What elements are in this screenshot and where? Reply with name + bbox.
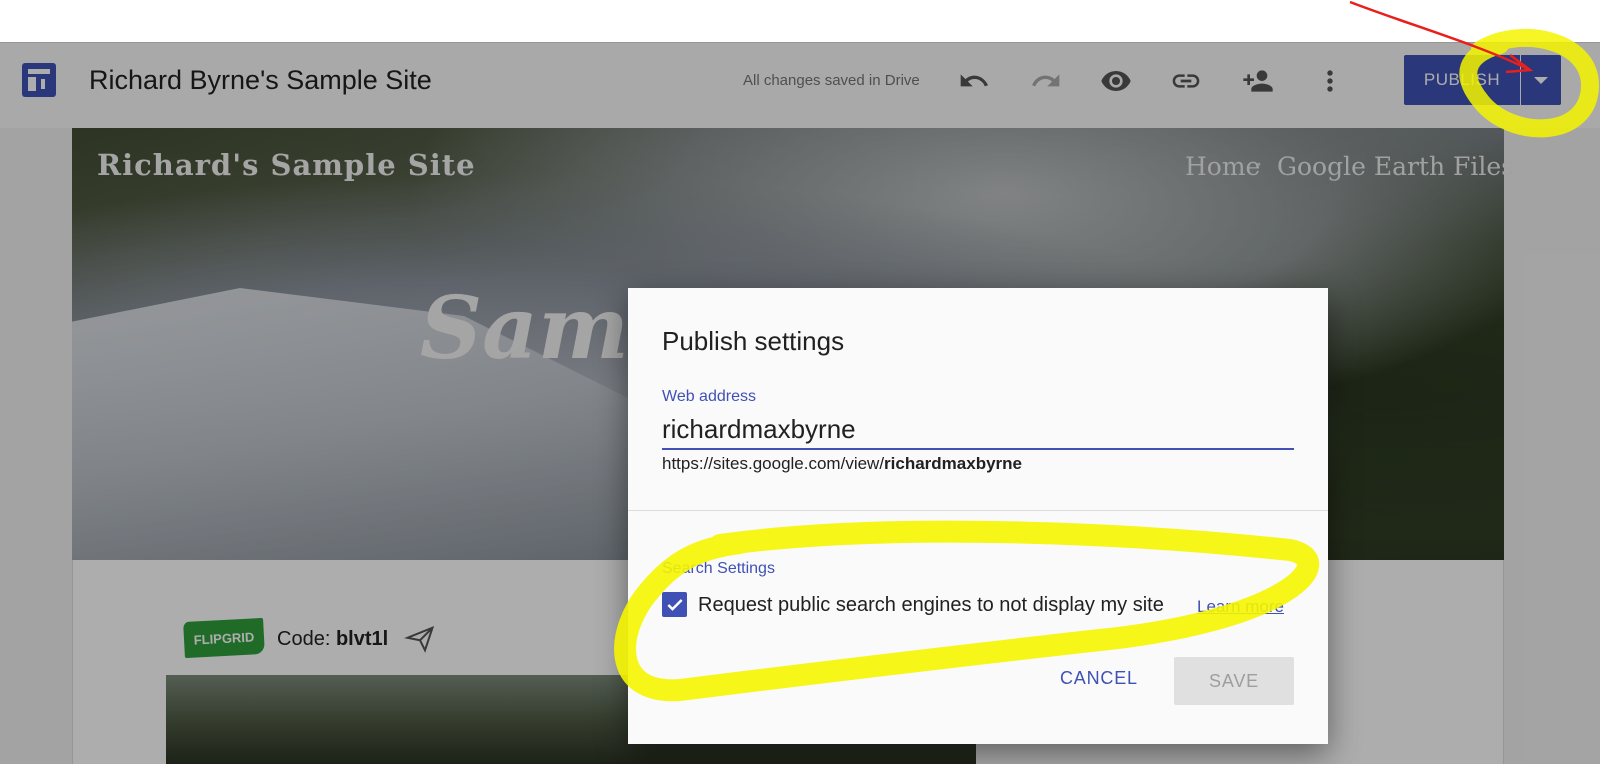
url-prefix: https://sites.google.com/view/ (662, 454, 885, 473)
learn-more-link[interactable]: Learn more (1197, 597, 1284, 617)
hide-from-search-label[interactable]: Request public search engines to not dis… (698, 594, 1164, 617)
url-slug: richardmaxbyrne (884, 454, 1022, 473)
dialog-title: Publish settings (662, 326, 845, 356)
publish-settings-dialog: Publish settings Web address https://sit… (628, 288, 1328, 744)
search-settings-label: Search Settings (662, 560, 775, 577)
cancel-button[interactable]: CANCEL (1060, 668, 1138, 689)
checkmark-icon (666, 598, 683, 611)
url-preview: https://sites.google.com/view/richardmax… (662, 454, 1022, 474)
dialog-divider (628, 510, 1328, 511)
web-address-input[interactable] (662, 410, 1294, 450)
hide-from-search-checkbox[interactable] (662, 592, 687, 617)
web-address-label: Web address (662, 388, 756, 405)
save-button[interactable]: SAVE (1174, 657, 1294, 705)
